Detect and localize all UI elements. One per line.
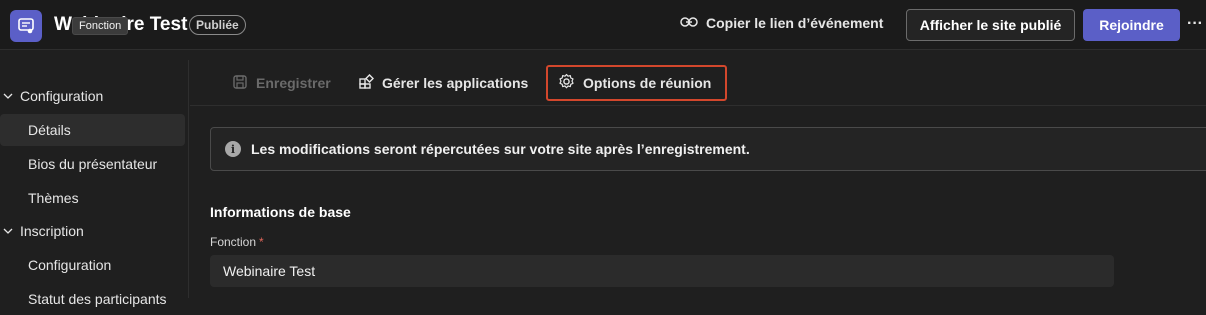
meeting-options-label: Options de réunion <box>583 75 712 91</box>
title-field-label-text: Fonction <box>210 235 257 249</box>
copy-event-link-label: Copier le lien d’événement <box>706 15 884 31</box>
sidebar-group-label: Inscription <box>20 223 84 239</box>
manage-apps-button[interactable]: Gérer les applications <box>358 70 528 96</box>
meeting-options-button[interactable]: Options de réunion <box>546 65 728 101</box>
gear-icon <box>558 73 575 93</box>
info-banner: i Les modifications seront répercutées s… <box>210 127 1206 171</box>
save-button[interactable]: Enregistrer <box>232 70 331 96</box>
sidebar-item-details[interactable]: Détails <box>0 114 185 146</box>
title-input[interactable]: Webinaire Test <box>210 255 1114 287</box>
apps-icon <box>358 73 375 93</box>
required-mark: * <box>259 235 264 249</box>
status-badge: Publiée <box>189 15 246 35</box>
sidebar-item-themes[interactable]: Thèmes <box>0 182 185 214</box>
info-icon: i <box>225 141 241 157</box>
sidebar-nav: Configuration Détails Bios du présentate… <box>0 60 189 307</box>
copy-event-link-button[interactable]: Copier le lien d’événement <box>680 15 883 31</box>
more-options-icon[interactable]: ··· <box>1187 12 1203 36</box>
sidebar-group-configuration[interactable]: Configuration <box>0 80 189 112</box>
chevron-down-icon <box>0 91 20 101</box>
info-banner-text: Les modifications seront répercutées sur… <box>251 141 750 157</box>
sidebar-group-registration[interactable]: Inscription <box>0 215 189 247</box>
title-tooltip: Fonction <box>72 17 129 35</box>
chevron-down-icon <box>0 226 20 236</box>
webinar-app-icon <box>10 10 42 42</box>
sidebar-item-attendee-status[interactable]: Statut des participants <box>0 283 185 315</box>
sidebar-group-label: Configuration <box>20 88 104 104</box>
save-icon <box>232 74 248 93</box>
link-icon <box>680 15 698 31</box>
top-bar: Webinaire Test Fonction Publiée Copier l… <box>0 0 1206 50</box>
sidebar-item-registration-configuration[interactable]: Configuration <box>0 249 185 281</box>
section-title-basic-info: Informations de base <box>210 204 351 220</box>
save-label: Enregistrer <box>256 75 331 91</box>
view-published-site-button[interactable]: Afficher le site publié <box>906 9 1075 41</box>
title-input-value: Webinaire Test <box>223 263 316 279</box>
command-toolbar: Enregistrer Gérer les applications Optio… <box>190 60 1206 106</box>
manage-apps-label: Gérer les applications <box>382 75 529 91</box>
join-button[interactable]: Rejoindre <box>1083 9 1180 41</box>
sidebar-item-presenter-bios[interactable]: Bios du présentateur <box>0 148 185 180</box>
title-field-label: Fonction * <box>210 235 264 249</box>
